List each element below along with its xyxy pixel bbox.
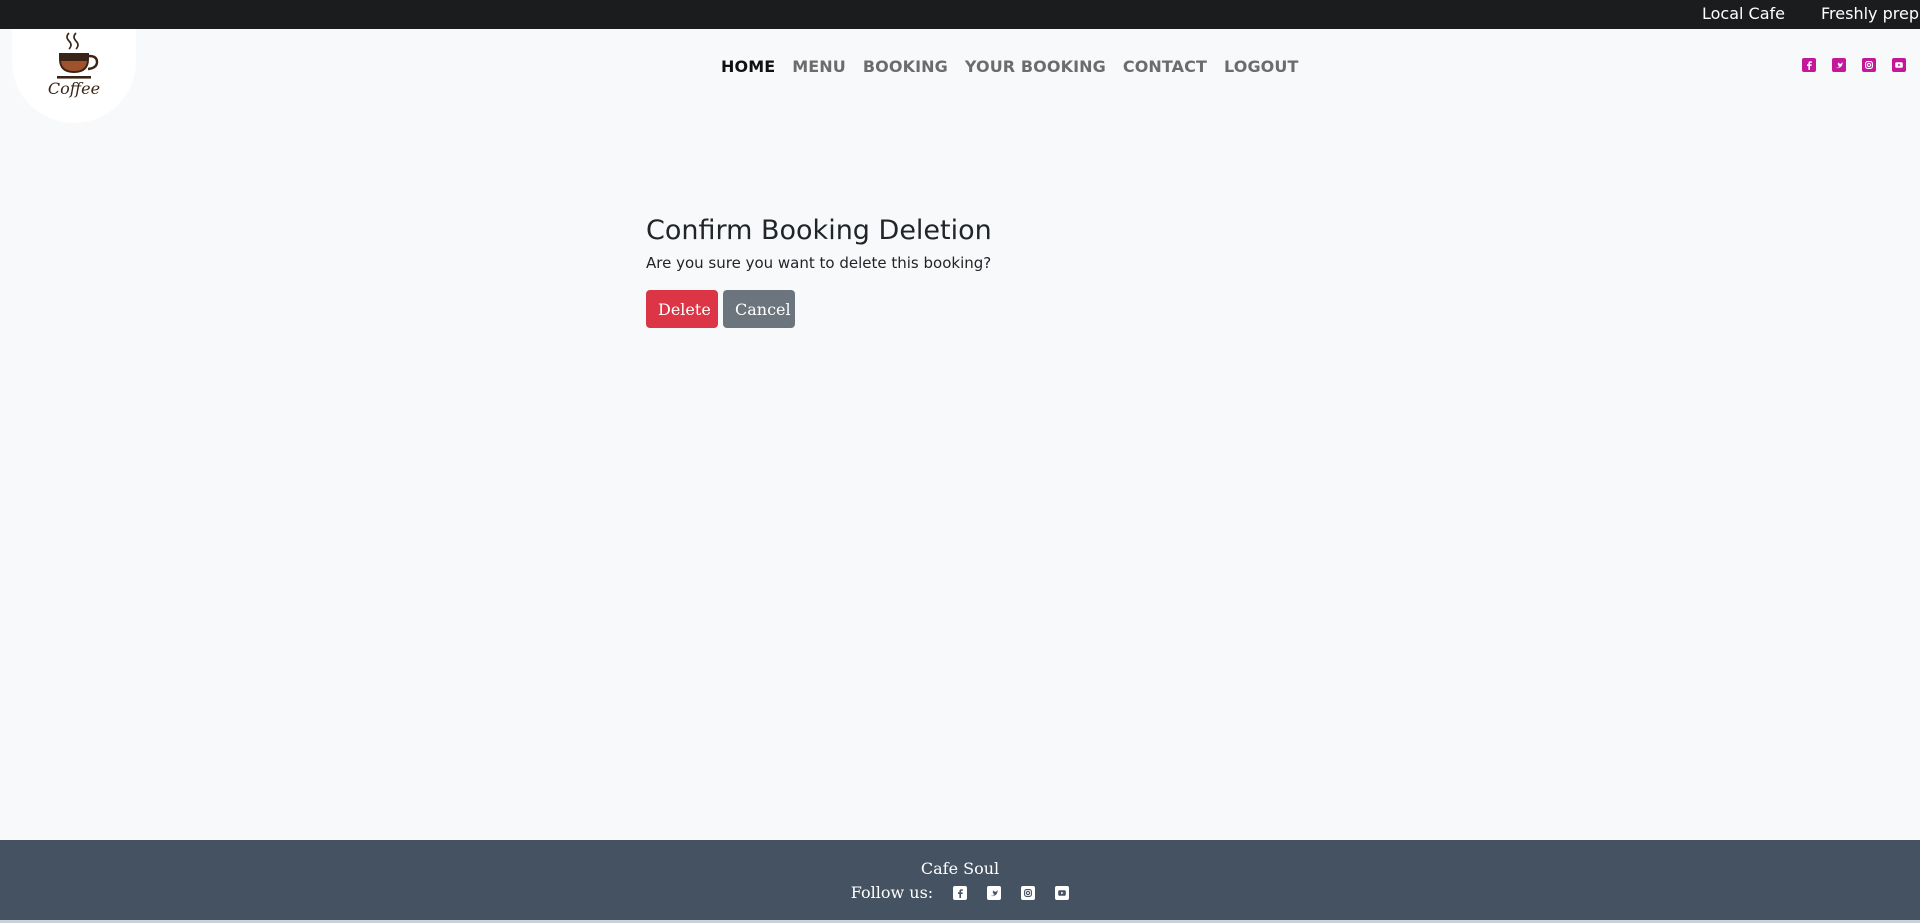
delete-button[interactable]: Delete bbox=[646, 290, 718, 328]
coffee-cup-icon bbox=[57, 32, 99, 79]
footer-social: Follow us: bbox=[0, 883, 1920, 902]
nav-item-logout[interactable]: LOGOUT bbox=[1224, 57, 1298, 76]
youtube-icon[interactable] bbox=[1892, 58, 1906, 72]
follow-label: Follow us: bbox=[850, 883, 934, 902]
ticker-item: Local Cafe bbox=[1702, 4, 1786, 23]
page-title: Confirm Booking Deletion bbox=[646, 215, 992, 246]
main-nav: HOME MENU BOOKING YOUR BOOKING CONTACT L… bbox=[721, 57, 1298, 76]
ticker-item: Freshly prepared bbox=[1821, 4, 1920, 23]
logo-text: Coffee bbox=[47, 79, 101, 98]
facebook-icon[interactable] bbox=[1802, 58, 1816, 72]
navbar: Coffee HOME MENU BOOKING YOUR BOOKING CO… bbox=[0, 29, 1920, 123]
instagram-icon[interactable] bbox=[1021, 885, 1036, 900]
footer-brand: Cafe Soul bbox=[920, 859, 1000, 878]
social-links-header bbox=[1802, 58, 1906, 72]
facebook-icon[interactable] bbox=[953, 885, 968, 900]
nav-item-booking[interactable]: BOOKING bbox=[863, 57, 948, 76]
confirm-delete-panel: Confirm Booking Deletion Are you sure yo… bbox=[646, 212, 992, 328]
logo[interactable]: Coffee bbox=[12, 29, 136, 123]
twitter-icon[interactable] bbox=[987, 885, 1002, 900]
action-buttons: Delete Cancel bbox=[646, 290, 992, 328]
instagram-icon[interactable] bbox=[1862, 58, 1876, 72]
footer: Cafe Soul Follow us: bbox=[0, 840, 1920, 923]
confirm-message: Are you sure you want to delete this boo… bbox=[646, 254, 992, 272]
nav-item-your-booking[interactable]: YOUR BOOKING bbox=[965, 57, 1106, 76]
cancel-button[interactable]: Cancel bbox=[723, 290, 795, 328]
nav-item-home[interactable]: HOME bbox=[721, 57, 775, 76]
nav-item-contact[interactable]: CONTACT bbox=[1123, 57, 1207, 76]
top-ticker-bar: Local Cafe Freshly prepared bbox=[0, 0, 1920, 29]
ticker: Local Cafe Freshly prepared bbox=[1702, 4, 1920, 23]
twitter-icon[interactable] bbox=[1832, 58, 1846, 72]
youtube-icon[interactable] bbox=[1055, 885, 1070, 900]
nav-item-menu[interactable]: MENU bbox=[792, 57, 846, 76]
